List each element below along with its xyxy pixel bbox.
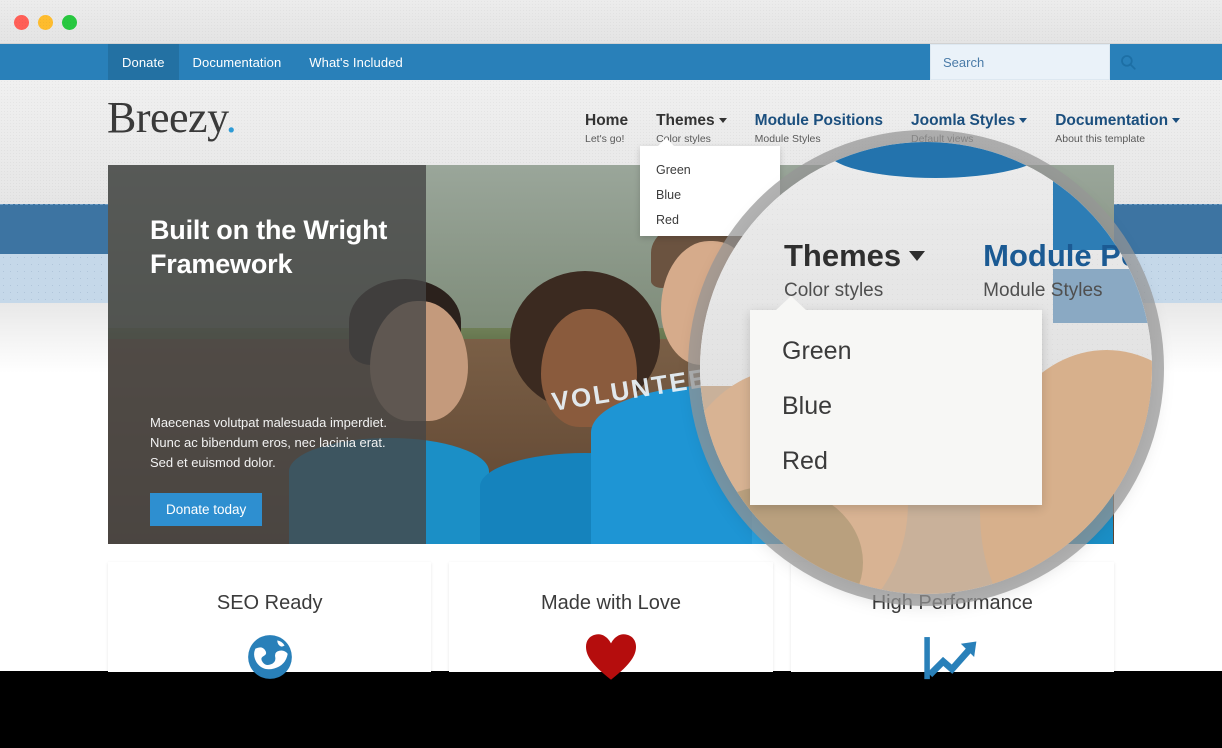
nav-title: Module Positions [755,112,883,130]
magnified-nav-title: Themes [784,238,926,274]
nav-subtitle: Let's go! [585,133,625,145]
hero-title: Built on the Wright Framework [150,215,388,279]
chevron-down-icon [718,118,727,123]
minimize-button[interactable] [38,15,53,30]
brand-logo[interactable]: Breezy. [107,93,237,142]
maximize-button[interactable] [62,15,77,30]
magnified-nav-title-text: Themes [784,238,902,273]
magnified-nav-item-themes[interactable]: Themes Color styles [784,238,926,304]
card-title: High Performance [871,592,1033,614]
magnified-dropdown-item-red[interactable]: Red [750,434,1042,489]
nav-title-text: Themes [656,112,715,129]
search-box[interactable] [930,44,1136,80]
feature-card-seo-ready[interactable]: SEO Ready [108,562,432,679]
nav-title: Documentation [1055,112,1181,130]
hero-content: Built on the Wright Framework Maecenas v… [150,213,410,526]
close-button[interactable] [14,15,29,30]
window-chrome [0,0,1222,44]
nav-title-text: Module Positions [754,112,883,129]
magnified-navigation: Themes Color styles Module Po Module Sty… [784,238,1140,304]
magnified-nav-subtitle: Module Styles [983,280,1103,301]
app-window: Donate Documentation What's Included Bre… [0,0,1222,748]
top-navigation-items: Donate Documentation What's Included [108,44,417,80]
magnified-nav-title: Module Po [983,238,1140,274]
magnified-themes-dropdown: Green Blue Red [750,296,1042,505]
brand-dot: . [225,93,237,142]
topnav-item-documentation[interactable]: Documentation [179,44,296,80]
nav-title: Themes [656,112,727,130]
main-navigation: Home Let's go! Themes Color styles Modul… [585,112,1181,146]
magnified-dropdown-item-blue[interactable]: Blue [750,379,1042,434]
nav-item-home[interactable]: Home Let's go! [585,112,628,146]
nav-title: Joomla Styles [910,112,1028,130]
topnav-label: Donate [122,54,165,70]
chevron-down-icon [909,251,926,261]
magnifier-content: Themes Color styles Module Po Module Sty… [700,142,1152,594]
chevron-down-icon [1172,118,1181,123]
topnav-label: What's Included [309,54,403,70]
nav-title: Home [585,112,628,130]
globe-icon [108,631,431,683]
hero-body-text: Maecenas volutpat malesuada imperdiet. N… [150,415,388,470]
topnav-label: Documentation [192,54,282,70]
nav-item-module-positions[interactable]: Module Positions Module Styles [755,112,883,146]
card-title: Made with Love [540,592,682,614]
card-title: SEO Ready [216,592,323,614]
nav-title-text: Joomla Styles [910,112,1016,129]
magnified-nav-row: Themes Color styles Module Po Module Sty… [784,238,1140,304]
topnav-item-donate[interactable]: Donate [108,44,179,80]
nav-title-text: Documentation [1055,112,1169,129]
search-input[interactable] [943,54,1119,70]
topnav-item-whats-included[interactable]: What's Included [295,44,417,80]
traffic-lights [14,15,77,30]
nav-item-joomla-styles[interactable]: Joomla Styles Default views [910,112,1028,146]
donate-today-button[interactable]: Donate today [150,493,263,526]
nav-item-documentation[interactable]: Documentation About this template [1055,112,1181,146]
magnifier-lens: Themes Color styles Module Po Module Sty… [700,142,1152,594]
nav-title-text: Home [585,112,629,129]
magnified-nav-item-module-positions[interactable]: Module Po Module Styles [983,238,1140,304]
brand-name: Breezy [107,93,226,142]
search-icon[interactable] [1119,53,1137,71]
magnified-nav-title-text: Module Po [983,238,1140,273]
chevron-down-icon [1019,118,1028,123]
line-chart-icon [791,631,1114,683]
heart-icon [449,631,772,683]
magnified-dropdown-item-green[interactable]: Green [750,324,1042,379]
